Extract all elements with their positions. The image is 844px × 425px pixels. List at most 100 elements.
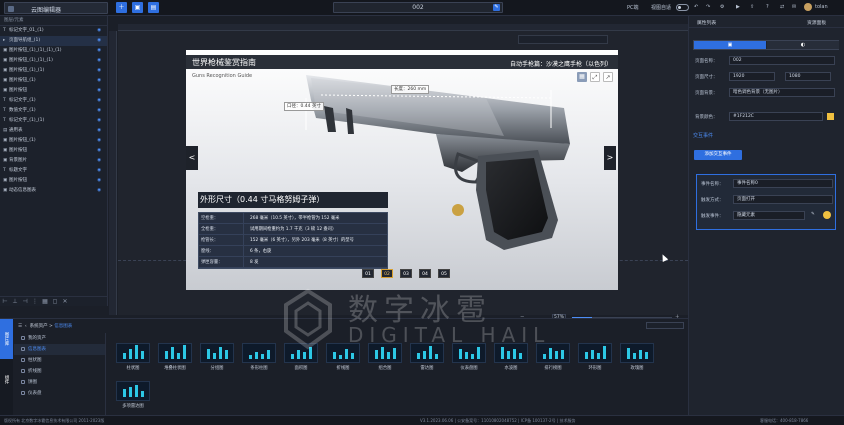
asset-category[interactable]: 饼图 <box>14 377 105 388</box>
layer-item[interactable]: ▣ 图片按钮_(1) ◉ <box>0 136 107 146</box>
save-button[interactable]: ▣ <box>132 2 143 13</box>
color-picker-icon[interactable] <box>827 113 834 120</box>
asset-tile[interactable]: 条形柱图 <box>242 343 276 371</box>
event-status-icon[interactable] <box>823 211 831 219</box>
asset-category[interactable]: 我的资产 <box>14 333 105 344</box>
publish-icon[interactable]: ⇪ <box>750 4 754 10</box>
share-icon[interactable]: ⇄ <box>780 4 784 10</box>
menu-icon[interactable]: ☰ <box>18 324 22 329</box>
layer-item[interactable]: ▣ 背景图片 ◉ <box>0 156 107 166</box>
breadcrumb-root[interactable]: 系统资产 <box>30 324 48 329</box>
asset-search-input[interactable] <box>646 322 684 329</box>
event-name-input[interactable]: 事件名称0 <box>733 179 833 188</box>
preview-icon[interactable]: ▶ <box>736 4 740 10</box>
page-name-input[interactable]: 002 <box>729 56 835 65</box>
page-stage[interactable]: 世界枪械鉴赏指南 自动手枪篇：沙漠之鹰手枪（以色列） Guns Recognit… <box>186 50 618 290</box>
layer-item[interactable]: T 标记文字_(1)_(1) ◉ <box>0 116 107 126</box>
layer-item[interactable]: ▣ 图片按钮 ◉ <box>0 176 107 186</box>
redo-icon[interactable]: ↷ <box>706 4 710 10</box>
visibility-icon[interactable]: ◉ <box>97 86 101 96</box>
visibility-icon[interactable]: ◉ <box>97 136 101 146</box>
event-action-select[interactable]: 隐藏元素 <box>733 211 805 220</box>
visibility-icon[interactable]: ◉ <box>97 186 101 196</box>
visibility-icon[interactable]: ◉ <box>97 46 101 56</box>
layer-item[interactable]: ▣ 图片按钮 ◉ <box>0 146 107 156</box>
layer-item[interactable]: ▣ 图片按钮_(1)_(1)_(1) ◉ <box>0 56 107 66</box>
layer-item[interactable]: ▣ 图片按钮_(1) ◉ <box>0 76 107 86</box>
username[interactable]: tolan <box>815 4 828 10</box>
asset-tile[interactable]: 分组图 <box>200 343 234 371</box>
bg-color-input[interactable]: #1F212C <box>729 112 823 121</box>
asset-tile[interactable]: 雷达图 <box>410 343 444 371</box>
new-page-button[interactable]: ＋ <box>116 2 127 13</box>
asset-tile[interactable]: 玫瑰图 <box>620 343 654 371</box>
project-name-field[interactable]: 002 ✎ <box>333 2 503 13</box>
page-button[interactable]: 02 <box>381 269 393 278</box>
asset-tile[interactable]: 仪表盘图 <box>452 343 486 371</box>
layer-item[interactable]: ▣ 图片按钮_(1)_(1)_(1)_(1) ◉ <box>0 46 107 56</box>
layout-button[interactable]: ▤ <box>148 2 159 13</box>
fullscreen-icon[interactable]: ⤢ <box>590 72 600 82</box>
page-button[interactable]: 03 <box>400 269 412 278</box>
tab-resources[interactable]: 资源面板 <box>807 19 826 26</box>
adaptive-toggle[interactable] <box>676 4 689 11</box>
layer-item[interactable]: ▣ 图片按钮 ◉ <box>0 86 107 96</box>
asset-category[interactable]: 信息图表 <box>14 344 105 355</box>
asset-category[interactable]: 柱状图 <box>14 355 105 366</box>
asset-tab[interactable]: 组件 <box>0 359 13 399</box>
layer-item[interactable]: T 标题文字 ◉ <box>0 166 107 176</box>
layer-item[interactable]: T 标记文字_01_(1) ◉ <box>0 26 107 36</box>
theme-mode-icon[interactable]: ◐ <box>767 41 839 49</box>
device-select[interactable]: PC端 <box>627 4 639 11</box>
help-icon[interactable]: ? <box>766 4 769 10</box>
asset-tile[interactable]: 排行榜图 <box>536 343 570 371</box>
avatar[interactable] <box>804 3 812 11</box>
asset-tab[interactable]: 图片库 <box>0 319 13 359</box>
visibility-icon[interactable]: ◉ <box>97 26 101 36</box>
group-icon[interactable]: ▦ <box>40 297 50 307</box>
add-event-button[interactable]: 添加交互事件 <box>694 150 742 160</box>
edit-event-icon[interactable]: ✎ <box>811 212 815 217</box>
visibility-icon[interactable]: ◉ <box>97 96 101 106</box>
asset-category[interactable]: 仪表盘 <box>14 388 105 399</box>
edit-icon[interactable]: ✎ <box>493 4 500 11</box>
layer-item[interactable]: ▸ 页面导航组_(1) ◉ <box>0 36 107 46</box>
asset-tile[interactable]: 环形图 <box>578 343 612 371</box>
visibility-icon[interactable]: ◉ <box>97 126 101 136</box>
asset-tile[interactable]: 多项雷达图 <box>116 381 150 409</box>
app-logo[interactable]: 云图编辑器 <box>4 2 108 14</box>
layer-item[interactable]: ▣ 图片按钮_(1)_(1) ◉ <box>0 66 107 76</box>
asset-tile[interactable]: 柱状图 <box>116 343 150 371</box>
visibility-icon[interactable]: ◉ <box>97 116 101 126</box>
prev-arrow-icon[interactable]: < <box>186 146 198 170</box>
align-left-icon[interactable]: ⊢ <box>0 297 10 307</box>
image-icon[interactable]: ▦ <box>577 72 587 82</box>
asset-tile[interactable]: 组合图 <box>368 343 402 371</box>
lock-icon[interactable]: ◻ <box>50 297 60 307</box>
page-button[interactable]: 04 <box>419 269 431 278</box>
delete-icon[interactable]: ✕ <box>60 297 70 307</box>
page-height-input[interactable]: 1080 <box>785 72 831 81</box>
expand-icon[interactable]: ↗ <box>603 72 613 82</box>
distribute-icon[interactable]: ⋮ <box>30 297 40 307</box>
visibility-icon[interactable]: ◉ <box>97 66 101 76</box>
back-icon[interactable]: ‹ <box>25 324 27 329</box>
visibility-icon[interactable]: ◉ <box>97 56 101 66</box>
style-mode-icon[interactable]: ▣ <box>694 41 766 49</box>
asset-tile[interactable]: 折线图 <box>326 343 360 371</box>
page-bg-select[interactable]: 暗色调色背景（无图片） <box>729 88 835 97</box>
asset-tile[interactable]: 面积图 <box>284 343 318 371</box>
visibility-icon[interactable]: ◉ <box>97 106 101 116</box>
asset-tile[interactable]: 堆叠柱状图 <box>158 343 192 371</box>
tab-properties[interactable]: 属性列表 <box>697 19 716 26</box>
visibility-icon[interactable]: ◉ <box>97 166 101 176</box>
next-arrow-icon[interactable]: > <box>604 146 616 170</box>
layer-item[interactable]: T 标记文字_(1) ◉ <box>0 96 107 106</box>
page-button[interactable]: 01 <box>362 269 374 278</box>
settings-icon[interactable]: ⚙ <box>720 4 724 10</box>
event-trigger-select[interactable]: 页面打开 <box>733 195 833 204</box>
visibility-icon[interactable]: ◉ <box>97 176 101 186</box>
undo-icon[interactable]: ↶ <box>694 4 698 10</box>
asset-category[interactable]: 折线图 <box>14 366 105 377</box>
align-center-icon[interactable]: ⊥ <box>10 297 20 307</box>
